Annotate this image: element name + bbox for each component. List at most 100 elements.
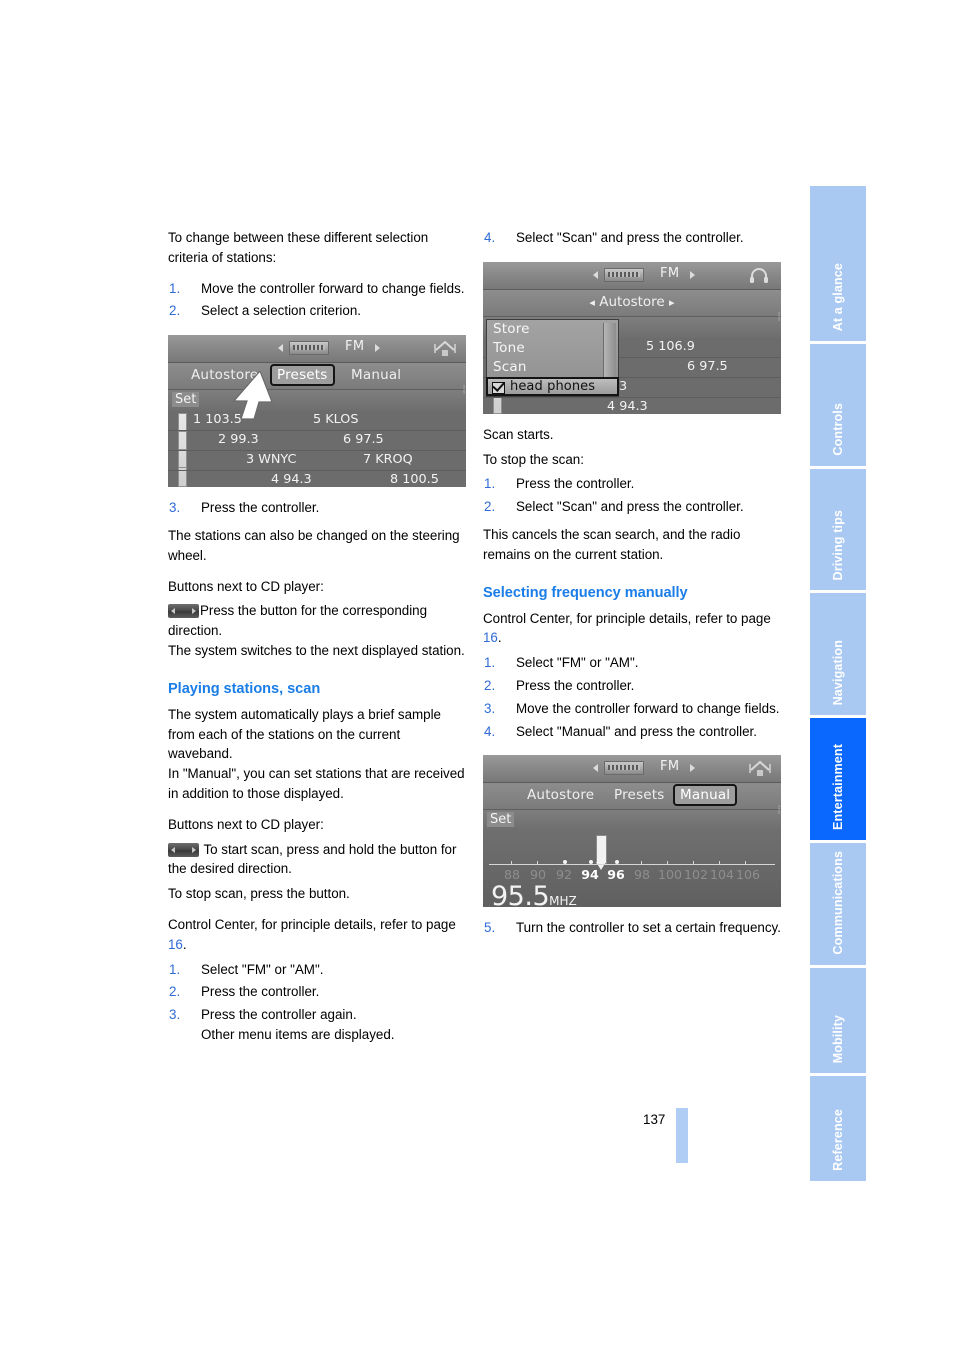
list-item: 1. Select "FM" or "AM".	[483, 653, 783, 673]
control-center-paragraph-left: Control Center, for principle details, r…	[168, 915, 468, 955]
list-number: 3.	[484, 700, 496, 716]
next-band-arrow-icon	[690, 270, 695, 279]
figure-header-bar: FM	[168, 335, 466, 364]
preset-right: 5 106.9	[646, 338, 695, 354]
frequency-tuner[interactable]: 88 90 92 94 96 98 100 102 104 106 95.5MH…	[483, 831, 781, 908]
sidebar-item-navigation[interactable]: Navigation	[810, 593, 866, 715]
page-reference-link[interactable]: 16	[168, 937, 183, 952]
preset-left: 2 99.3	[218, 432, 259, 448]
scale-label: 102	[683, 867, 709, 883]
tab-manual[interactable]: Manual	[346, 366, 406, 384]
sidebar-item-label: Communications	[831, 851, 845, 955]
list-number: 1.	[169, 280, 181, 296]
step-5-group: 5. Turn the controller to set a certain f…	[483, 918, 783, 938]
sidebar-item-label: Controls	[831, 403, 845, 456]
list-number: 4.	[484, 230, 496, 245]
list-text: Press the controller again. Other menu i…	[201, 1007, 395, 1042]
page-reference-link[interactable]: 16	[483, 630, 498, 645]
cd-seek-button-icon	[168, 604, 199, 619]
tab-presets[interactable]: Presets	[609, 786, 670, 804]
list-text: Press the controller.	[201, 984, 320, 1000]
sidebar-item-label: At a glance	[831, 262, 845, 331]
home-icon	[749, 761, 771, 777]
band-indicator-icon	[289, 341, 329, 356]
list-text: Move the controller forward to change fi…	[516, 700, 780, 716]
list-number: 1.	[484, 476, 496, 492]
prev-band-arrow-icon	[278, 344, 283, 353]
frequency-value: 95.5	[491, 881, 550, 908]
menu-item-tone[interactable]: Tone	[487, 339, 618, 358]
page-number: 137	[643, 1112, 666, 1127]
next-band-arrow-icon	[375, 344, 380, 353]
page-edge-marker	[676, 1108, 688, 1163]
band-indicator-icon	[604, 761, 644, 776]
figure-set-row: Set	[168, 390, 466, 413]
preset-right: 6 97.5	[343, 432, 384, 448]
switches-station-paragraph: The system switches to the next displaye…	[168, 642, 465, 658]
list-text: Select "Scan" and press the controller.	[516, 230, 744, 245]
sidebar-item-communications[interactable]: Communications	[810, 843, 866, 965]
sidebar-item-reference[interactable]: Reference	[810, 1076, 866, 1181]
sidebar-item-entertainment[interactable]: Entertainment	[810, 718, 866, 840]
steps-select-band-left: 1. Select "FM" or "AM". 2. Press the contr…	[168, 960, 468, 1045]
checkbox-icon[interactable]	[492, 381, 505, 394]
preset-left: 3	[619, 378, 628, 394]
set-label: Set	[172, 392, 200, 408]
list-item: 2. Select a selection criterion.	[168, 301, 468, 321]
right-column: 4. Select "Scan" and press the controller…	[483, 228, 783, 941]
cancels-scan-paragraph: This cancels the scan search, and the ra…	[483, 526, 741, 562]
figure-menu-screen: FM ◂ Autostore ▸ 5 106.9 6 97.5 3 4 94.3…	[483, 261, 781, 414]
sidebar-item-mobility[interactable]: Mobility	[810, 968, 866, 1073]
nav-label: Autostore	[599, 293, 665, 310]
tab-manual[interactable]: Manual	[673, 784, 738, 807]
list-item: 3. Press the controller again. Other menu…	[168, 1005, 468, 1045]
control-center-period: .	[182, 936, 187, 952]
prev-band-arrow-icon	[593, 270, 598, 279]
list-text: Press the controller.	[516, 476, 635, 492]
list-text: Select "Manual" and press the controller…	[516, 723, 757, 739]
menu-item-scan[interactable]: Scan	[487, 358, 618, 377]
context-menu[interactable]: Store Tone Scan head phones	[486, 318, 619, 397]
list-item: 2. Press the controller.	[168, 982, 468, 1002]
list-item: 1. Move the controller forward to change …	[168, 279, 468, 299]
control-center-text: Control Center, for principle details, r…	[168, 916, 456, 932]
figure-presets-screen: FM Autostore Presets Manual Set 1 103.5 …	[168, 335, 466, 488]
figure-credit: BMW	[777, 805, 780, 815]
scale-label: 94	[581, 867, 599, 883]
frequency-unit: MHZ	[549, 894, 577, 908]
figure-manual-tuner-screen: FM Autostore Presets Manual Set 88 90 92…	[483, 755, 781, 908]
step-3-group: 3. Press the controller.	[168, 498, 468, 518]
tab-autostore[interactable]: Autostore	[522, 786, 599, 804]
preset-right: 8 100.5	[390, 472, 439, 488]
start-scan-paragraph: To start scan, press and hold the button…	[168, 840, 468, 880]
scale-label: 104	[709, 867, 735, 883]
scale-label: 100	[657, 867, 683, 883]
preset-row: 4 94.3 8 100.5	[168, 471, 466, 487]
menu-item-head-phones[interactable]: head phones	[486, 376, 619, 396]
heading-playing-stations-scan: Playing stations, scan	[168, 680, 321, 697]
list-item: 1. Select "FM" or "AM".	[168, 960, 468, 980]
figure-set-row: Set	[483, 810, 781, 833]
prev-band-arrow-icon	[593, 764, 598, 773]
control-center-period: .	[497, 630, 502, 646]
sidebar-item-at-a-glance[interactable]: At a glance	[810, 186, 866, 341]
figure-tab-row: Autostore Presets Manual	[483, 783, 781, 811]
autostore-nav[interactable]: ◂ Autostore ▸	[483, 294, 781, 310]
nav-prev-arrow-icon: ◂	[589, 295, 595, 309]
frequency-readout: 95.5MHZ	[491, 881, 577, 907]
list-item: 5. Turn the controller to set a certain f…	[483, 918, 783, 938]
preset-row: 1 103.5 5 KLOS	[168, 411, 466, 432]
sidebar-item-controls[interactable]: Controls	[810, 344, 866, 466]
headphones-icon	[750, 267, 768, 283]
scale-label: 92	[555, 867, 573, 883]
menu-item-store[interactable]: Store	[487, 320, 618, 339]
left-column: To change between these different select…	[168, 228, 468, 1048]
list-item: 4. Select "Manual" and press the controll…	[483, 722, 783, 742]
sidebar-item-driving-tips[interactable]: Driving tips	[810, 469, 866, 590]
figure-header-bar: FM	[483, 261, 781, 290]
tab-presets[interactable]: Presets	[270, 364, 335, 387]
list-text: Select "FM" or "AM".	[201, 961, 324, 977]
figure-tab-row: Autostore Presets Manual	[168, 363, 466, 391]
intro-paragraph: To change between these different select…	[168, 230, 429, 265]
scale-label: 106	[735, 867, 761, 883]
